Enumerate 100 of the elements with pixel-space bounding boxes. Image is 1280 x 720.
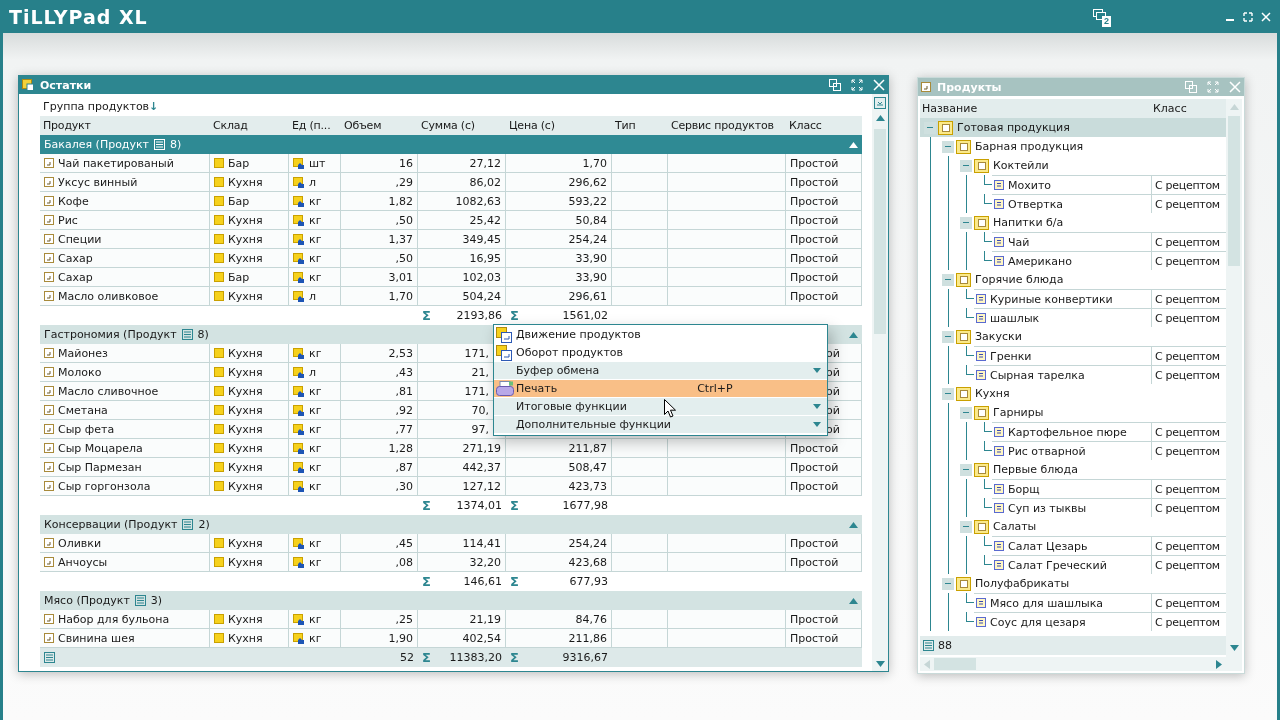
unit-name: кг [309,194,322,208]
column-header[interactable]: Тип [612,116,668,135]
column-header[interactable]: Цена (с) [506,116,612,135]
group-header[interactable]: Мясо (Продукт 3) [40,591,862,610]
table-cell: 32,20 [418,553,506,572]
sum-sign: Σ [422,308,431,323]
sort-arrow[interactable]: ↓ [149,100,159,113]
column-header[interactable]: Сервис продуктов [668,116,786,135]
tree-item[interactable]: Сырная тарелка [990,368,1085,382]
table-cell-text: С рецептом [1154,196,1221,213]
product-name: Сметана [58,403,108,417]
menu-item[interactable]: Движение продуктов [494,326,827,343]
total-value: 677,93 [569,575,608,588]
menu-item[interactable]: Печать Ctrl+P [494,380,827,397]
product-name: Набор для бульона [58,612,170,626]
column-header[interactable]: Продукт [40,116,210,135]
window-title: Продукты [937,80,1002,94]
column-header[interactable]: Сумма (с) [418,116,506,135]
warehouse-name: Кухня [228,251,263,265]
table-cell-text: С рецептом [1154,253,1221,270]
tree-item[interactable]: Гренки [990,349,1032,363]
product-name: Масло оливковое [58,289,159,303]
warehouse-name: Кухня [228,479,263,493]
row-count: 88 [938,639,952,652]
shortcut-label: Ctrl+P [697,382,733,395]
group-count: 3) [150,594,163,607]
table-cell-text: С рецептом [1154,177,1221,194]
warehouse-name: Бар [228,270,250,284]
total-value: 1677,98 [562,499,608,512]
product-name: Свинина шея [58,631,135,645]
warehouse-name: Кухня [228,384,263,398]
product-name: Рис [58,213,78,227]
unit-name: кг [309,346,322,360]
product-name: Сыр Моцарела [58,441,143,455]
unit-name: кг [309,384,322,398]
table-cell: 1,70 [341,287,418,306]
product-name: Молоко [58,365,102,379]
product-name: Чай пакетированый [58,156,174,170]
unit-name: кг [309,251,322,265]
table-cell-text: С рецептом [1154,234,1221,251]
unit-name: кг [309,555,322,569]
warehouse-name: Кухня [228,365,263,379]
unit-name: кг [309,403,322,417]
unit-name: кг [309,612,322,626]
tree-item[interactable]: Соус для цезаря [990,615,1086,629]
tree-item[interactable]: Мохито [1008,178,1052,192]
table-cell-text: С рецептом [1154,367,1221,384]
product-name: Кофе [58,194,89,208]
tree-item[interactable]: Мясо для шашлыка [990,596,1104,610]
product-name: Майонез [58,346,108,360]
column-header[interactable]: Объем [341,116,418,135]
group-header[interactable]: Консервации (Продукт 2) [40,515,862,534]
group-header[interactable]: Бакалея (Продукт 8) [40,135,862,154]
warehouse-name: Кухня [228,403,263,417]
warehouse-name: Бар [228,156,250,170]
warehouse-name: Кухня [228,346,263,360]
group-label: Мясо (Продукт [44,594,130,607]
tree-item[interactable]: Картофельное пюре [1008,425,1127,439]
tree-item[interactable]: шашлык [990,311,1040,325]
unit-name: кг [309,479,322,493]
tree-item[interactable]: Суп из тыквы [1008,501,1087,515]
warehouse-name: Кухня [228,175,263,189]
tree-item[interactable]: Салат Греческий [1008,558,1107,572]
tree-item[interactable]: Чай [1008,235,1030,249]
column-header[interactable]: Склад [210,116,289,135]
tree-item[interactable]: Отвертка [1008,197,1064,211]
group-by-field[interactable]: Группа продуктов [43,100,150,113]
tree-item[interactable]: Американо [1008,254,1073,268]
table-cell-text: С рецептом [1154,443,1221,460]
tree-item[interactable]: Рис отварной [1008,444,1086,458]
warehouse-name: Бар [228,194,250,208]
menu-item[interactable]: Дополнительные функции [494,416,827,433]
group-count: 8) [197,328,209,341]
menu-item[interactable]: Итоговые функции [494,398,827,415]
warehouse-name: Кухня [228,441,263,455]
group-label: Консервации (Продукт [44,518,178,531]
warehouse-name: Кухня [228,631,263,645]
column-header[interactable]: Ед (п... [289,116,341,135]
table-cell: 296,61 [506,287,612,306]
row-count: 52 [400,651,414,664]
warehouse-name: Кухня [228,460,263,474]
column-header[interactable]: Класс [786,116,862,135]
windows-button[interactable]: 2 [1093,8,1117,31]
product-name: Масло сливочное [58,384,159,398]
total-value: 1561,02 [562,309,608,322]
tree-item[interactable]: Борщ [1008,482,1040,496]
table-cell-text: С рецептом [1154,424,1221,441]
table-cell-text: С рецептом [1154,291,1221,308]
product-name: Сыр фета [58,422,115,436]
total-value: 2193,86 [456,309,502,322]
menu-item[interactable]: Буфер обмена [494,362,827,379]
warehouse-name: Кухня [228,555,263,569]
unit-name: л [309,175,317,189]
table-cell: 127,12 [418,477,506,496]
table-cell: 423,73 [506,477,612,496]
tree-item[interactable]: Куриные конвертики [990,292,1113,306]
warehouse-name: Кухня [228,232,263,246]
tree-item[interactable]: Салат Цезарь [1008,539,1088,553]
table-cell-text: С рецептом [1154,348,1221,365]
table-cell: ,30 [341,477,418,496]
